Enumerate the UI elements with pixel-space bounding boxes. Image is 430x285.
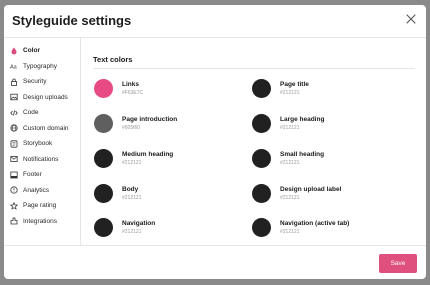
sidebar-item-footer[interactable]: Footer [4,167,80,183]
color-row-navigation: Navigation #212121 [94,218,155,237]
color-swatch[interactable] [252,149,271,168]
color-name: Page introduction [122,116,178,123]
lock-icon [10,78,18,86]
storybook-icon [10,140,18,148]
color-row-links: Links #F63E7C [94,79,143,98]
typography-icon: Aa [10,62,18,71]
color-hex: #212121 [280,229,300,235]
sidebar-item-label: Security [23,78,47,86]
star-icon [10,201,18,210]
settings-sidebar: Color Aa Typography Security Design uplo… [4,38,81,245]
notifications-icon [10,155,18,163]
color-name: Links [122,81,139,88]
sidebar-item-label: Storybook [23,140,53,148]
color-row-navigation-active-tab: Navigation (active tab) #212121 [252,218,349,237]
color-name: Large heading [280,116,325,123]
color-swatch[interactable] [252,184,271,203]
sidebar-item-label: Analytics [23,186,50,194]
color-hex: #212121 [280,160,300,166]
color-info: Navigation #212121 [122,219,155,236]
color-info: Navigation (active tab) #212121 [280,219,349,236]
sidebar-item-label: Design uploads [23,93,68,101]
styleguide-settings-modal: Styleguide settings Color Aa Typography … [4,5,426,279]
sidebar-item-typography[interactable]: Aa Typography [4,59,80,75]
globe-icon [10,124,18,132]
modal-title: Styleguide settings [12,13,132,28]
color-hex: #F63E7C [122,90,144,96]
svg-text:Aa: Aa [10,65,18,71]
color-swatch[interactable] [94,184,113,203]
color-info: Body #212121 [122,185,141,202]
sidebar-item-analytics[interactable]: Analytics [4,183,80,199]
settings-content: Text colors Links #F63E7C Page title #21… [82,38,426,245]
modal-footer: Save [4,245,426,279]
color-info: Large heading #212121 [280,115,324,132]
color-swatch[interactable] [94,79,113,98]
color-row-large-heading: Large heading #212121 [252,114,324,133]
sidebar-item-design-uploads[interactable]: Design uploads [4,90,80,106]
color-info: Links #F63E7C [122,80,143,97]
color-row-small-heading: Small heading #212121 [252,149,324,168]
color-info: Medium heading #212121 [122,150,173,167]
section-divider [93,68,415,69]
analytics-icon [10,186,18,194]
save-button[interactable]: Save [379,254,417,273]
sidebar-item-label: Color [23,47,40,55]
integrations-icon [10,217,18,225]
color-swatch[interactable] [94,114,113,133]
color-hex: #212121 [122,229,142,235]
color-info: Page title #212121 [280,80,309,97]
sidebar-item-label: Notifications [23,155,59,163]
modal-header: Styleguide settings [4,5,426,38]
color-swatch[interactable] [252,114,271,133]
image-icon [10,93,18,101]
sidebar-item-security[interactable]: Security [4,74,80,90]
code-icon [10,109,18,117]
section-title: Text colors [93,55,133,64]
sidebar-item-custom-domain[interactable]: Custom domain [4,121,80,137]
color-swatch[interactable] [252,79,271,98]
color-row-design-upload-label: Design upload label #212121 [252,184,341,203]
sidebar-item-label: Integrations [23,217,57,225]
sidebar-item-storybook[interactable]: Storybook [4,136,80,152]
color-name: Navigation (active tab) [280,220,350,227]
sidebar-item-label: Typography [23,62,57,70]
color-hex: #212121 [122,160,142,166]
color-swatch[interactable] [252,218,271,237]
color-icon [10,47,18,55]
color-row-body: Body #212121 [94,184,141,203]
color-info: Small heading #212121 [280,150,324,167]
color-hex: #212121 [280,125,300,131]
color-row-page-title: Page title #212121 [252,79,309,98]
sidebar-item-code[interactable]: Code [4,105,80,121]
color-row-medium-heading: Medium heading #212121 [94,149,173,168]
sidebar-item-label: Custom domain [23,124,69,132]
color-info: Page introduction #605f60 [122,115,177,132]
color-hex: #212121 [280,90,300,96]
color-name: Design upload label [280,186,342,193]
color-swatch[interactable] [94,149,113,168]
color-hex: #212121 [280,195,300,201]
sidebar-item-color[interactable]: Color [4,43,80,59]
color-name: Body [122,186,139,193]
sidebar-item-label: Page rating [23,202,57,210]
close-icon[interactable] [405,13,417,25]
color-info: Design upload label #212121 [280,185,341,202]
color-name: Medium heading [122,151,174,158]
color-hex: #212121 [122,195,142,201]
sidebar-item-label: Footer [23,171,42,179]
sidebar-item-label: Code [23,109,39,117]
color-name: Navigation [122,220,156,227]
color-row-page-introduction: Page introduction #605f60 [94,114,177,133]
sidebar-item-integrations[interactable]: Integrations [4,214,80,230]
color-swatch[interactable] [94,218,113,237]
color-name: Page title [280,81,309,88]
color-hex: #605f60 [122,125,141,131]
sidebar-item-page-rating[interactable]: Page rating [4,198,80,214]
footer-icon [10,171,18,179]
color-name: Small heading [280,151,325,158]
sidebar-item-notifications[interactable]: Notifications [4,152,80,168]
